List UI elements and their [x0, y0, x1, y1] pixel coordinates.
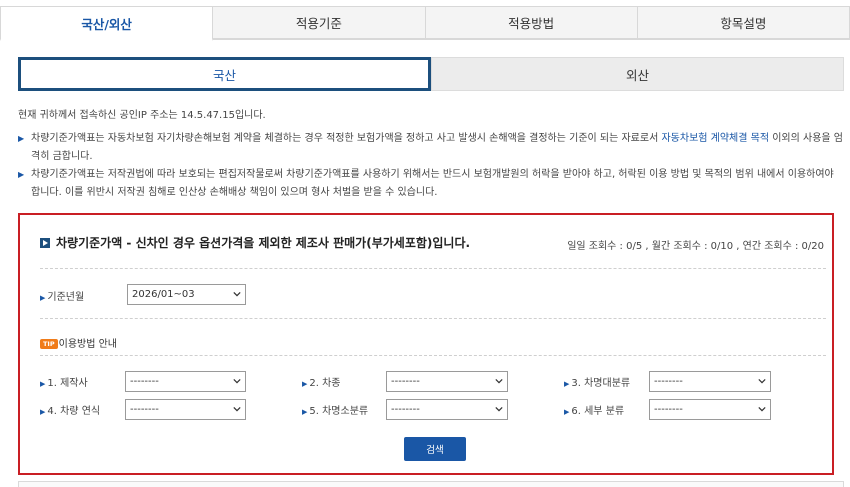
car-major-class-label: ▶ 3. 차명대분류 [564, 378, 631, 389]
notice-highlight: 자동차보험 계약체결 목적 [661, 133, 770, 144]
notice-item: ▶ 차량기준가액표는 자동차보험 자기차량손해보험 계약을 체결하는 경우 적정… [18, 130, 844, 166]
car-type-select[interactable]: -------- [386, 371, 508, 392]
detail-class-select[interactable]: -------- [649, 399, 771, 420]
maker-label: ▶ 1. 제작사 [40, 378, 88, 389]
divider [40, 318, 826, 319]
subtab-foreign[interactable]: 외산 [431, 57, 844, 91]
chevron-down-icon [233, 406, 241, 412]
car-minor-class-label: ▶ 5. 차명소분류 [302, 406, 369, 417]
notice-item: ▶ 차량기준가액표는 저작권법에 따라 보호되는 편집저작물로써 차량기준가액표… [18, 166, 844, 202]
subtab-domestic[interactable]: 국산 [18, 57, 431, 91]
car-type-label: ▶ 2. 차종 [302, 378, 341, 389]
tab-item-description[interactable]: 항목설명 [637, 6, 850, 39]
chevron-down-icon [495, 406, 503, 412]
label-arrow-icon: ▶ [302, 380, 308, 388]
model-year-select[interactable]: -------- [125, 399, 246, 420]
usage-guide[interactable]: TIP 이용방법 안내 [40, 335, 117, 350]
label-arrow-icon: ▶ [564, 408, 570, 416]
tab-domestic-foreign[interactable]: 국산/외산 [0, 6, 214, 41]
tip-icon: TIP [40, 339, 58, 349]
tab-criteria[interactable]: 적용기준 [213, 6, 426, 39]
sub-tab-bar: 국산 외산 [18, 57, 844, 91]
label-arrow-icon: ▶ [302, 408, 308, 416]
title-bullet-icon [40, 237, 50, 248]
car-minor-class-select[interactable]: -------- [386, 399, 508, 420]
notice-list: ▶ 차량기준가액표는 자동차보험 자기차량손해보험 계약을 체결하는 경우 적정… [18, 130, 844, 202]
chevron-down-icon [495, 378, 503, 384]
results-area-edge [18, 481, 844, 487]
chevron-down-icon [758, 378, 766, 384]
car-major-class-select[interactable]: -------- [649, 371, 771, 392]
chevron-down-icon [233, 378, 241, 384]
label-arrow-icon: ▶ [40, 408, 46, 416]
top-tab-bar: 국산/외산 적용기준 적용방법 항목설명 [0, 6, 850, 41]
divider [40, 355, 826, 356]
bullet-arrow-icon: ▶ [18, 134, 25, 143]
search-panel: 차량기준가액 - 신차인 경우 옵션가격을 제외한 제조사 판매가(부가세포함)… [18, 213, 834, 475]
notice-text: 차량기준가액표는 저작권법에 따라 보호되는 편집저작물로써 차량기준가액표를 … [31, 169, 834, 198]
notice-text: 차량기준가액표는 자동차보험 자기차량손해보험 계약을 체결하는 경우 적정한 … [31, 133, 662, 144]
panel-title-text: 차량기준가액 - 신차인 경우 옵션가격을 제외한 제조사 판매가(부가세포함)… [56, 236, 471, 250]
tab-method[interactable]: 적용방법 [425, 6, 638, 39]
label-arrow-icon: ▶ [564, 380, 570, 388]
base-month-select[interactable]: 2026/01~03 [127, 284, 246, 305]
view-count: 일일 조회수 : 0/5 , 월간 조회수 : 0/10 , 연간 조회수 : … [567, 241, 824, 252]
base-month-label: ▶ 기준년월 [40, 292, 85, 303]
divider [40, 268, 826, 269]
search-button[interactable]: 검색 [404, 437, 466, 461]
detail-class-label: ▶ 6. 세부 분류 [564, 406, 625, 417]
bullet-arrow-icon: ▶ [18, 170, 25, 179]
usage-guide-label: 이용방법 안내 [58, 339, 118, 350]
label-arrow-icon: ▶ [40, 294, 46, 302]
model-year-label: ▶ 4. 차량 연식 [40, 406, 101, 417]
panel-title: 차량기준가액 - 신차인 경우 옵션가격을 제외한 제조사 판매가(부가세포함)… [40, 234, 470, 251]
chevron-down-icon [233, 291, 241, 297]
chevron-down-icon [758, 406, 766, 412]
ip-notice: 현재 귀하께서 접속하신 공인IP 주소는 14.5.47.15입니다. [18, 110, 266, 121]
maker-select[interactable]: -------- [125, 371, 246, 392]
label-arrow-icon: ▶ [40, 380, 46, 388]
